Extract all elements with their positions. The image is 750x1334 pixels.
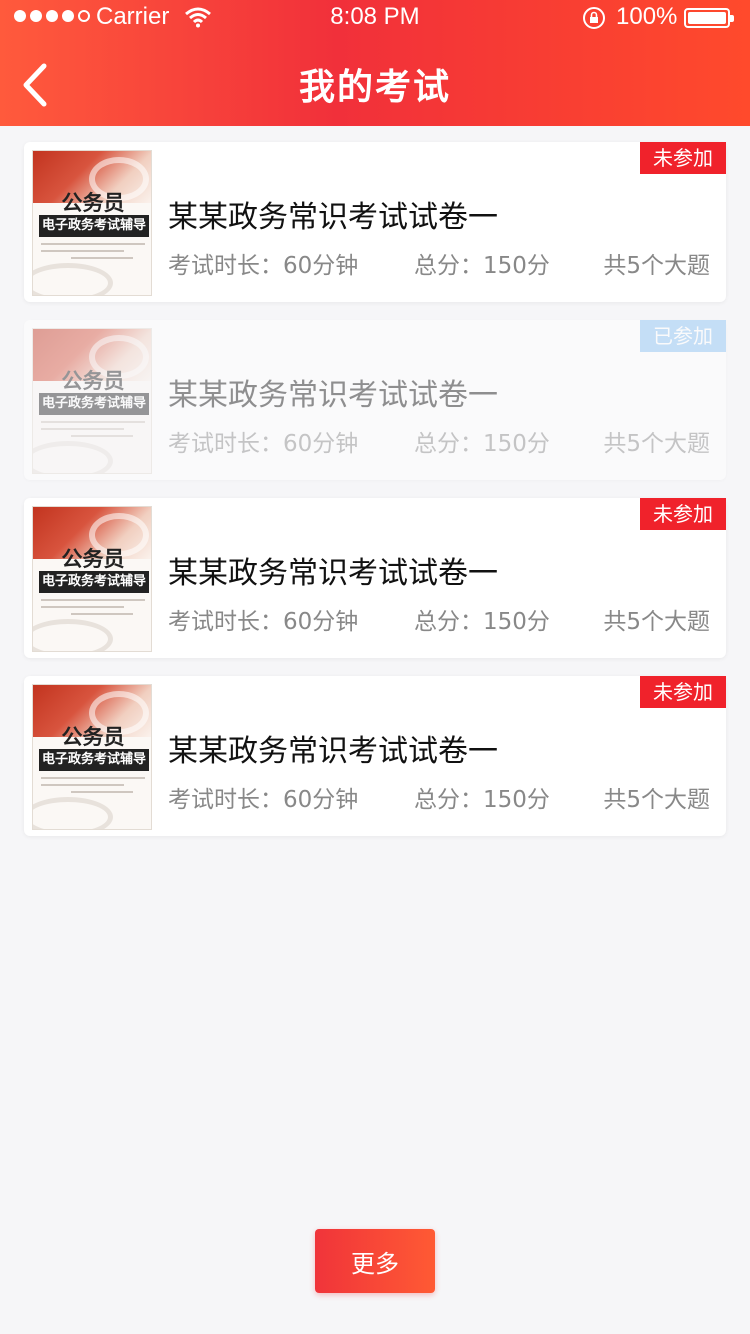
status-bar: Carrier 8:08 PM 100% (0, 0, 750, 36)
cover-title: 公务员 (61, 547, 125, 571)
exam-total-score: 总分：150分 (414, 431, 550, 457)
more-button[interactable]: 更多 (315, 1229, 435, 1293)
exam-cover-image: 公务员 电子政务考试辅导 (32, 328, 152, 474)
cover-subtitle: 电子政务考试辅导 (39, 215, 149, 237)
status-badge: 未参加 (640, 142, 726, 174)
status-badge: 未参加 (640, 498, 726, 530)
exam-duration: 考试时长：60分钟 (168, 609, 359, 635)
exam-cover-image: 公务员 电子政务考试辅导 (32, 150, 152, 296)
exam-cover-image: 公务员 电子政务考试辅导 (32, 684, 152, 830)
exam-card[interactable]: 公务员 电子政务考试辅导 某某政务常识考试试卷一 考试时长：60分钟 总分：15… (24, 142, 726, 302)
exam-title: 某某政务常识考试试卷一 (168, 200, 498, 235)
exam-list: 公务员 电子政务考试辅导 某某政务常识考试试卷一 考试时长：60分钟 总分：15… (24, 142, 726, 854)
battery-percent: 100% (616, 3, 678, 30)
battery-icon (684, 8, 734, 28)
cover-subtitle: 电子政务考试辅导 (39, 393, 149, 415)
exam-duration: 考试时长：60分钟 (168, 431, 359, 457)
exam-question-count: 共5个大题 (603, 253, 710, 279)
exam-card[interactable]: 公务员 电子政务考试辅导 某某政务常识考试试卷一 考试时长：60分钟 总分：15… (24, 320, 726, 480)
exam-total-score: 总分：150分 (414, 787, 550, 813)
exam-card[interactable]: 公务员 电子政务考试辅导 某某政务常识考试试卷一 考试时长：60分钟 总分：15… (24, 498, 726, 658)
cover-title: 公务员 (61, 191, 125, 215)
cover-subtitle: 电子政务考试辅导 (39, 749, 149, 771)
rotation-lock-icon (583, 7, 605, 29)
exam-card[interactable]: 公务员 电子政务考试辅导 某某政务常识考试试卷一 考试时长：60分钟 总分：15… (24, 676, 726, 836)
page-title: 我的考试 (298, 67, 451, 108)
exam-total-score: 总分：150分 (414, 609, 550, 635)
exam-total-score: 总分：150分 (414, 253, 550, 279)
cover-title: 公务员 (61, 369, 125, 393)
header: Carrier 8:08 PM 100% 我的考试 (0, 0, 750, 126)
exam-title: 某某政务常识考试试卷一 (168, 556, 498, 591)
exam-question-count: 共5个大题 (603, 609, 710, 635)
exam-cover-image: 公务员 电子政务考试辅导 (32, 506, 152, 652)
status-badge: 未参加 (640, 676, 726, 708)
exam-question-count: 共5个大题 (603, 787, 710, 813)
exam-question-count: 共5个大题 (603, 431, 710, 457)
exam-duration: 考试时长：60分钟 (168, 787, 359, 813)
status-badge: 已参加 (640, 320, 726, 352)
exam-duration: 考试时长：60分钟 (168, 253, 359, 279)
cover-subtitle: 电子政务考试辅导 (39, 571, 149, 593)
exam-title: 某某政务常识考试试卷一 (168, 378, 498, 413)
exam-title: 某某政务常识考试试卷一 (168, 734, 498, 769)
cover-title: 公务员 (61, 725, 125, 749)
